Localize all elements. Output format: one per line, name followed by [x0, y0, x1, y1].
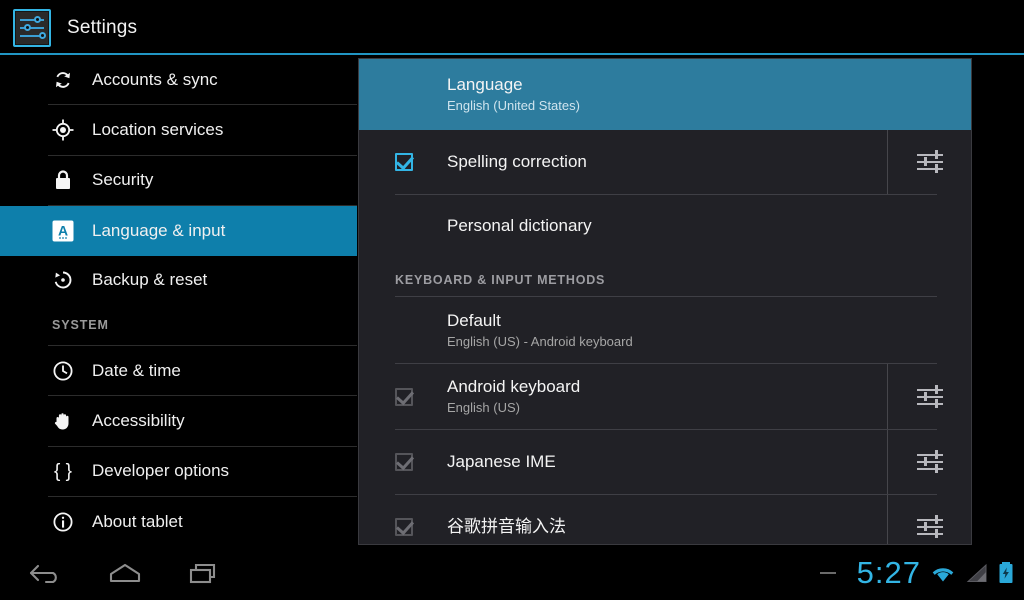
system-navigation-bar: 5:27 [0, 545, 1024, 600]
spelling-correction-settings-button[interactable] [887, 130, 971, 194]
backup-restore-icon [48, 265, 78, 295]
row-title: Spelling correction [447, 152, 587, 171]
row-title: Default [447, 310, 501, 330]
android-keyboard-settings-button[interactable] [887, 364, 971, 429]
row-text: 谷歌拼音输入法 [447, 509, 887, 544]
notification-dash-icon [819, 571, 836, 574]
android-keyboard-checkbox[interactable] [395, 387, 413, 406]
language-a-icon: A [48, 216, 78, 246]
row-google-pinyin-ime[interactable]: 谷歌拼音输入法 [359, 495, 971, 544]
clock-icon [48, 356, 78, 386]
settings-sliders-icon [13, 8, 51, 47]
language-input-panel: Language English (United States) Spellin… [358, 58, 972, 545]
sidebar-section-header: SYSTEM [52, 317, 109, 332]
battery-charging-icon[interactable] [996, 559, 1016, 587]
sidebar-item-label: Accessibility [92, 411, 185, 431]
row-right-slot [887, 59, 971, 130]
back-button[interactable] [5, 545, 85, 600]
sidebar-item-accessibility[interactable]: Accessibility [0, 396, 358, 445]
hand-icon [48, 406, 78, 436]
wifi-icon[interactable] [928, 560, 958, 586]
recent-apps-icon [187, 560, 223, 586]
row-text: Japanese IME [447, 444, 887, 480]
title-bar: Settings [0, 0, 1024, 55]
sidebar-item-security[interactable]: Security [0, 156, 358, 205]
japanese-ime-settings-button[interactable] [887, 430, 971, 494]
braces-icon: { } [48, 456, 78, 486]
sliders-settings-icon [916, 515, 943, 539]
row-title: Japanese IME [447, 452, 556, 471]
google-pinyin-checkbox[interactable] [395, 518, 413, 536]
lock-icon [48, 165, 78, 195]
sidebar-item-label: Date & time [92, 360, 181, 380]
row-text: Spelling correction [447, 144, 887, 180]
recent-apps-button[interactable] [165, 545, 245, 600]
sliders-settings-icon [916, 384, 943, 409]
row-default-keyboard[interactable]: Default English (US) - Android keyboard [359, 297, 971, 363]
row-title: Language [447, 75, 523, 94]
row-text: Language English (United States) [447, 67, 887, 122]
sidebar-item-label: Location services [92, 120, 224, 140]
row-text: Personal dictionary [447, 208, 887, 244]
sidebar-item-developer-options[interactable]: { } Developer options [0, 447, 358, 496]
sidebar-item-language-input[interactable]: A Language & input [0, 206, 358, 256]
spelling-correction-checkbox[interactable] [395, 153, 413, 171]
sliders-settings-icon [916, 450, 943, 474]
home-icon [107, 560, 143, 586]
panel-section-header: KEYBOARD & INPUT METHODS [395, 273, 606, 287]
status-area: 5:27 [819, 545, 1016, 600]
row-right-slot [887, 195, 971, 257]
sliders-settings-icon [916, 150, 943, 174]
row-text: Android keyboard English (US) [447, 369, 887, 424]
svg-text:{ }: { } [54, 461, 72, 482]
sidebar-item-label: Language & input [92, 220, 226, 240]
row-title: 谷歌拼音输入法 [447, 517, 566, 536]
home-button[interactable] [85, 545, 165, 600]
signal-icon[interactable] [965, 560, 989, 586]
row-title: Personal dictionary [447, 216, 592, 235]
sidebar-item-label: Developer options [92, 461, 230, 481]
tablet-screen: Settings Accounts & sync Location servic… [0, 0, 1024, 600]
status-clock[interactable]: 5:27 [857, 557, 921, 588]
row-spelling-correction[interactable]: Spelling correction [359, 130, 971, 194]
row-personal-dictionary[interactable]: Personal dictionary [359, 195, 971, 257]
sidebar-item-location-services[interactable]: Location services [0, 105, 358, 154]
sidebar-item-label: Backup & reset [92, 270, 208, 290]
sidebar-item-about-tablet[interactable]: About tablet [0, 497, 358, 545]
google-pinyin-settings-button[interactable] [887, 495, 971, 544]
row-right-slot [887, 297, 971, 363]
svg-text:A: A [58, 222, 68, 238]
sidebar-item-label: Security [92, 170, 154, 190]
sync-icon [48, 65, 78, 95]
info-icon [48, 507, 78, 537]
sidebar-item-accounts-sync[interactable]: Accounts & sync [0, 55, 358, 104]
japanese-ime-checkbox[interactable] [395, 453, 413, 471]
sidebar-item-label: Accounts & sync [92, 69, 218, 89]
row-title: Android keyboard [447, 377, 581, 396]
sidebar-item-label: About tablet [92, 511, 183, 531]
row-android-keyboard[interactable]: Android keyboard English (US) [359, 364, 971, 429]
row-text: Default English (US) - Android keyboard [447, 303, 887, 358]
row-japanese-ime[interactable]: Japanese IME [359, 430, 971, 494]
page-title: Settings [67, 16, 138, 38]
row-language[interactable]: Language English (United States) [359, 59, 971, 130]
sidebar-item-backup-reset[interactable]: Backup & reset [0, 256, 358, 305]
location-crosshair-icon [48, 115, 78, 145]
settings-sidebar: Accounts & sync Location services Securi… [0, 55, 358, 545]
row-subtitle: English (US) - Android keyboard [447, 333, 633, 349]
back-arrow-icon [27, 560, 63, 586]
row-subtitle: English (US) [447, 400, 520, 415]
sidebar-item-date-time[interactable]: Date & time [0, 346, 358, 395]
row-subtitle: English (United States) [447, 98, 580, 113]
